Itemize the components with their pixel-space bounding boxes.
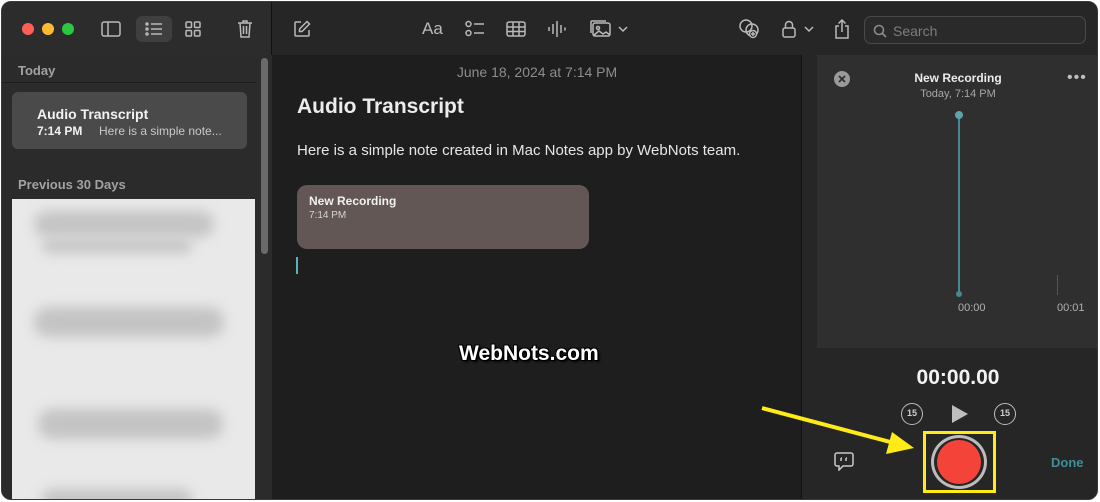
recording-attachment[interactable]: New Recording 7:14 PM: [297, 185, 589, 249]
note-item-selected[interactable]: Audio Transcript 7:14 PM Here is a simpl…: [12, 92, 247, 149]
section-label-today: Today: [18, 63, 56, 78]
search-field[interactable]: Search: [864, 16, 1086, 44]
compose-icon[interactable]: [289, 16, 315, 42]
watermark: WebNots.com: [459, 342, 599, 365]
note-title[interactable]: Audio Transcript: [297, 95, 464, 119]
play-icon[interactable]: [952, 405, 968, 423]
share-icon[interactable]: [829, 16, 855, 42]
waveform-area: New Recording Today, 7:14 PM ••• 00:00 0…: [817, 55, 1097, 348]
notes-window: Aa Search Today Audio Transcript 7:14 PM…: [1, 1, 1098, 500]
collaborate-icon[interactable]: [736, 16, 762, 42]
done-button[interactable]: Done: [1051, 455, 1084, 470]
zoom-window-button[interactable]: [62, 23, 74, 35]
playhead[interactable]: [958, 117, 960, 295]
text-caret: [296, 257, 298, 274]
recording-attachment-time: 7:14 PM: [309, 210, 347, 221]
note-body[interactable]: Here is a simple note created in Mac Not…: [297, 142, 740, 159]
lock-icon[interactable]: [778, 16, 818, 42]
skip-forward-button[interactable]: 15: [994, 403, 1016, 425]
toolbar: Aa Search: [2, 2, 1097, 55]
blurred-note-list: [12, 199, 255, 499]
gallery-view-icon[interactable]: [180, 16, 206, 42]
trash-icon[interactable]: [232, 16, 258, 42]
note-date: June 18, 2024 at 7:14 PM: [456, 64, 618, 80]
note-item-snippet: Here is a simple note...: [99, 124, 222, 138]
sidebar-scroll-thumb[interactable]: [261, 58, 268, 254]
format-text-button[interactable]: Aa: [422, 19, 443, 39]
tick-end: 00:01: [1057, 302, 1085, 314]
media-icon[interactable]: [588, 16, 632, 42]
recording-date: Today, 7:14 PM: [920, 88, 996, 100]
sidebar-toggle-icon[interactable]: [98, 16, 124, 42]
note-item-time: 7:14 PM: [37, 124, 83, 138]
tick-line: [1057, 275, 1058, 295]
notes-sidebar: Today Audio Transcript 7:14 PM Here is a…: [2, 55, 272, 499]
search-input[interactable]: Search: [893, 23, 937, 39]
recording-timer: 00:00.00: [916, 366, 1000, 389]
section-label-previous: Previous 30 Days: [18, 177, 126, 192]
close-window-button[interactable]: [22, 23, 34, 35]
table-icon[interactable]: [503, 16, 529, 42]
recording-attachment-name: New Recording: [309, 194, 397, 208]
playhead-handle[interactable]: [955, 111, 963, 119]
audio-waveform-icon[interactable]: [544, 16, 570, 42]
list-view-icon[interactable]: [136, 16, 172, 42]
more-options-button[interactable]: •••: [1067, 69, 1087, 87]
checklist-icon[interactable]: [462, 16, 488, 42]
toolbar-left: [2, 2, 272, 55]
playhead-bottom: [956, 291, 962, 297]
record-button[interactable]: [937, 440, 981, 484]
divider: [2, 82, 256, 83]
minimize-window-button[interactable]: [42, 23, 54, 35]
note-editor[interactable]: June 18, 2024 at 7:14 PM Audio Transcrip…: [273, 55, 801, 499]
search-icon: [873, 24, 887, 38]
annotation-arrow: [761, 406, 914, 454]
skip-forward-label: 15: [999, 408, 1010, 418]
note-item-title: Audio Transcript: [37, 106, 149, 122]
tick-start: 00:00: [958, 302, 986, 314]
recording-name: New Recording: [914, 71, 1002, 85]
